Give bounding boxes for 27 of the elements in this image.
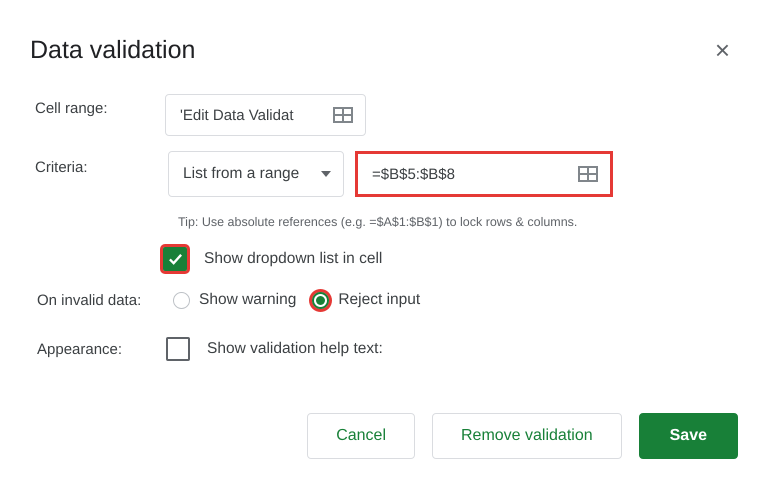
dialog-button[interactable]: Cancel [307,413,415,459]
cell-range-field[interactable]: 'Edit Data Validat [165,94,366,136]
caret-icon [321,171,331,177]
close-button[interactable]: × [706,34,738,66]
grid-icon [333,107,353,123]
field-value: 'Edit Data Validat [180,106,294,124]
field-label: Appearance: [37,340,124,358]
checkbox[interactable] [163,247,187,271]
field-label: Cell range: [35,100,109,117]
field-value: =$B$5:$B$8 [372,166,455,182]
grid-icon [578,166,598,182]
dialog-button[interactable]: Remove validation [432,413,622,459]
criteria-dropdown[interactable]: List from a range [168,151,344,197]
checkbox-label: Show dropdown list in cell [204,250,382,268]
tip-text: Tip: Use absolute references (e.g. =$A$1:$B$1) to lock rows & columns. [178,215,578,229]
check-icon [168,252,182,266]
radio-button[interactable] [312,292,330,308]
radio-button[interactable] [173,292,190,308]
radio-label: Reject input [338,291,420,309]
range-field[interactable]: =$B$5:$B$8 [355,151,613,197]
radio-label: Show warning [199,291,296,309]
field-label: On invalid data: [37,292,142,308]
dialog-title: Data validation [30,36,196,64]
checkbox-label: Show validation help text: [207,340,383,358]
save-button[interactable]: Save [638,413,738,459]
field-label: Criteria: [35,159,89,176]
checkbox[interactable] [166,337,190,361]
